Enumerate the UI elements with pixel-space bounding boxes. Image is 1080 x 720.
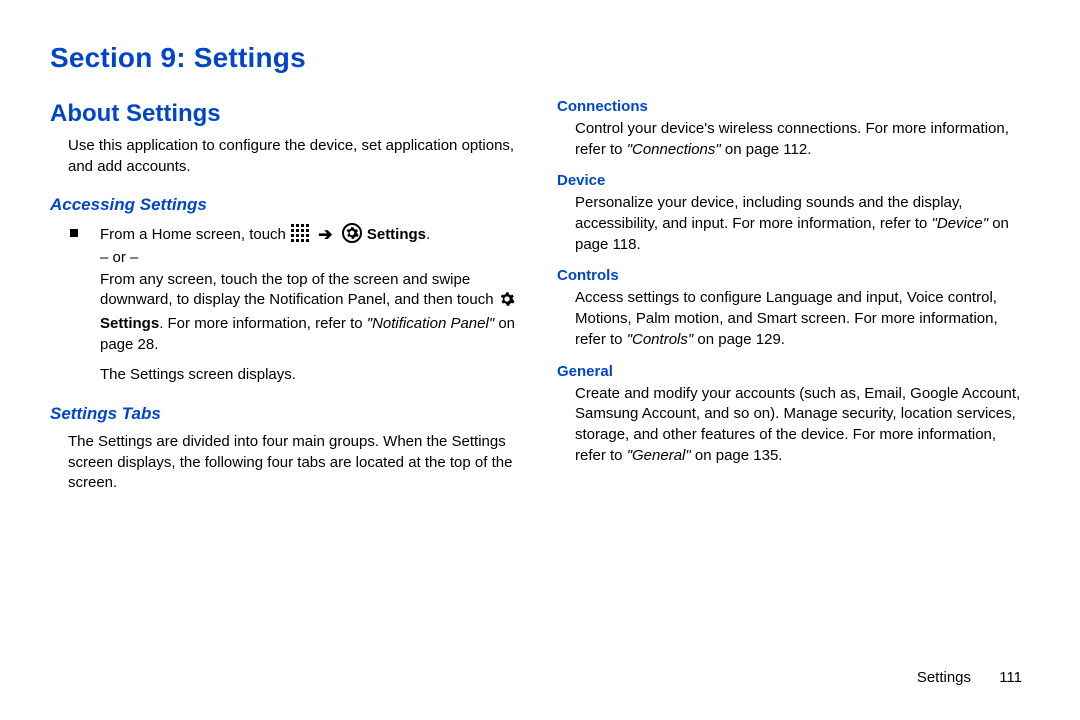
connections-ref-tail: on page 112.	[721, 141, 812, 158]
page: Section 9: Settings About Settings Use t…	[0, 0, 1080, 720]
about-settings-body: Use this application to configure the de…	[50, 136, 521, 177]
accessing-settings-heading: Accessing Settings	[50, 195, 521, 215]
about-settings-heading: About Settings	[50, 100, 521, 128]
step-suffix: .	[426, 226, 430, 243]
general-body: Create and modify your accounts (such as…	[557, 384, 1028, 467]
controls-heading: Controls	[557, 267, 1028, 284]
device-ref-ital: "Device"	[932, 215, 989, 232]
settings-gear-icon	[499, 291, 515, 314]
settings-gear-circled-icon	[342, 223, 362, 243]
controls-body: Access settings to configure Language an…	[557, 288, 1028, 350]
connections-heading: Connections	[557, 98, 1028, 115]
swipe-text-b: . For more information, refer to	[159, 315, 367, 332]
general-ref-tail: on page 135.	[691, 447, 783, 464]
arrow-right-icon: ➔	[318, 225, 332, 244]
swipe-instruction: From any screen, touch the top of the sc…	[50, 270, 521, 356]
swipe-text-a: From any screen, touch the top of the sc…	[100, 271, 498, 309]
right-column: Connections Control your device's wirele…	[557, 94, 1028, 498]
device-body: Personalize your device, including sound…	[557, 193, 1028, 255]
swipe-ref-ital: "Notification Panel"	[367, 315, 494, 332]
footer-page-number: 111	[999, 669, 1022, 686]
step-body: From a Home screen, touch ➔ Settings.	[100, 223, 521, 246]
device-heading: Device	[557, 172, 1028, 189]
connections-ref-ital: "Connections"	[627, 141, 721, 158]
settings-tabs-body: The Settings are divided into four main …	[50, 432, 521, 494]
controls-ref-ital: "Controls"	[627, 331, 694, 348]
swipe-settings-label: Settings	[100, 315, 159, 332]
general-heading: General	[557, 363, 1028, 380]
connections-body: Control your device's wireless connectio…	[557, 119, 1028, 160]
page-footer: Settings 111	[917, 669, 1022, 686]
step-row: From a Home screen, touch ➔ Settings.	[50, 223, 521, 246]
or-divider: – or –	[50, 248, 521, 269]
left-column: About Settings Use this application to c…	[50, 94, 521, 498]
footer-label: Settings	[917, 669, 971, 686]
controls-ref-tail: on page 129.	[693, 331, 785, 348]
content-columns: About Settings Use this application to c…	[50, 94, 1028, 498]
apps-grid-icon	[291, 224, 309, 242]
square-bullet-icon	[70, 229, 78, 237]
step-prefix: From a Home screen, touch	[100, 226, 290, 243]
device-text: Personalize your device, including sound…	[575, 194, 962, 232]
settings-tabs-heading: Settings Tabs	[50, 404, 521, 424]
general-ref-ital: "General"	[627, 447, 691, 464]
result-line: The Settings screen displays.	[50, 365, 521, 386]
section-title: Section 9: Settings	[50, 42, 1028, 74]
step-settings-label: Settings	[367, 226, 426, 243]
